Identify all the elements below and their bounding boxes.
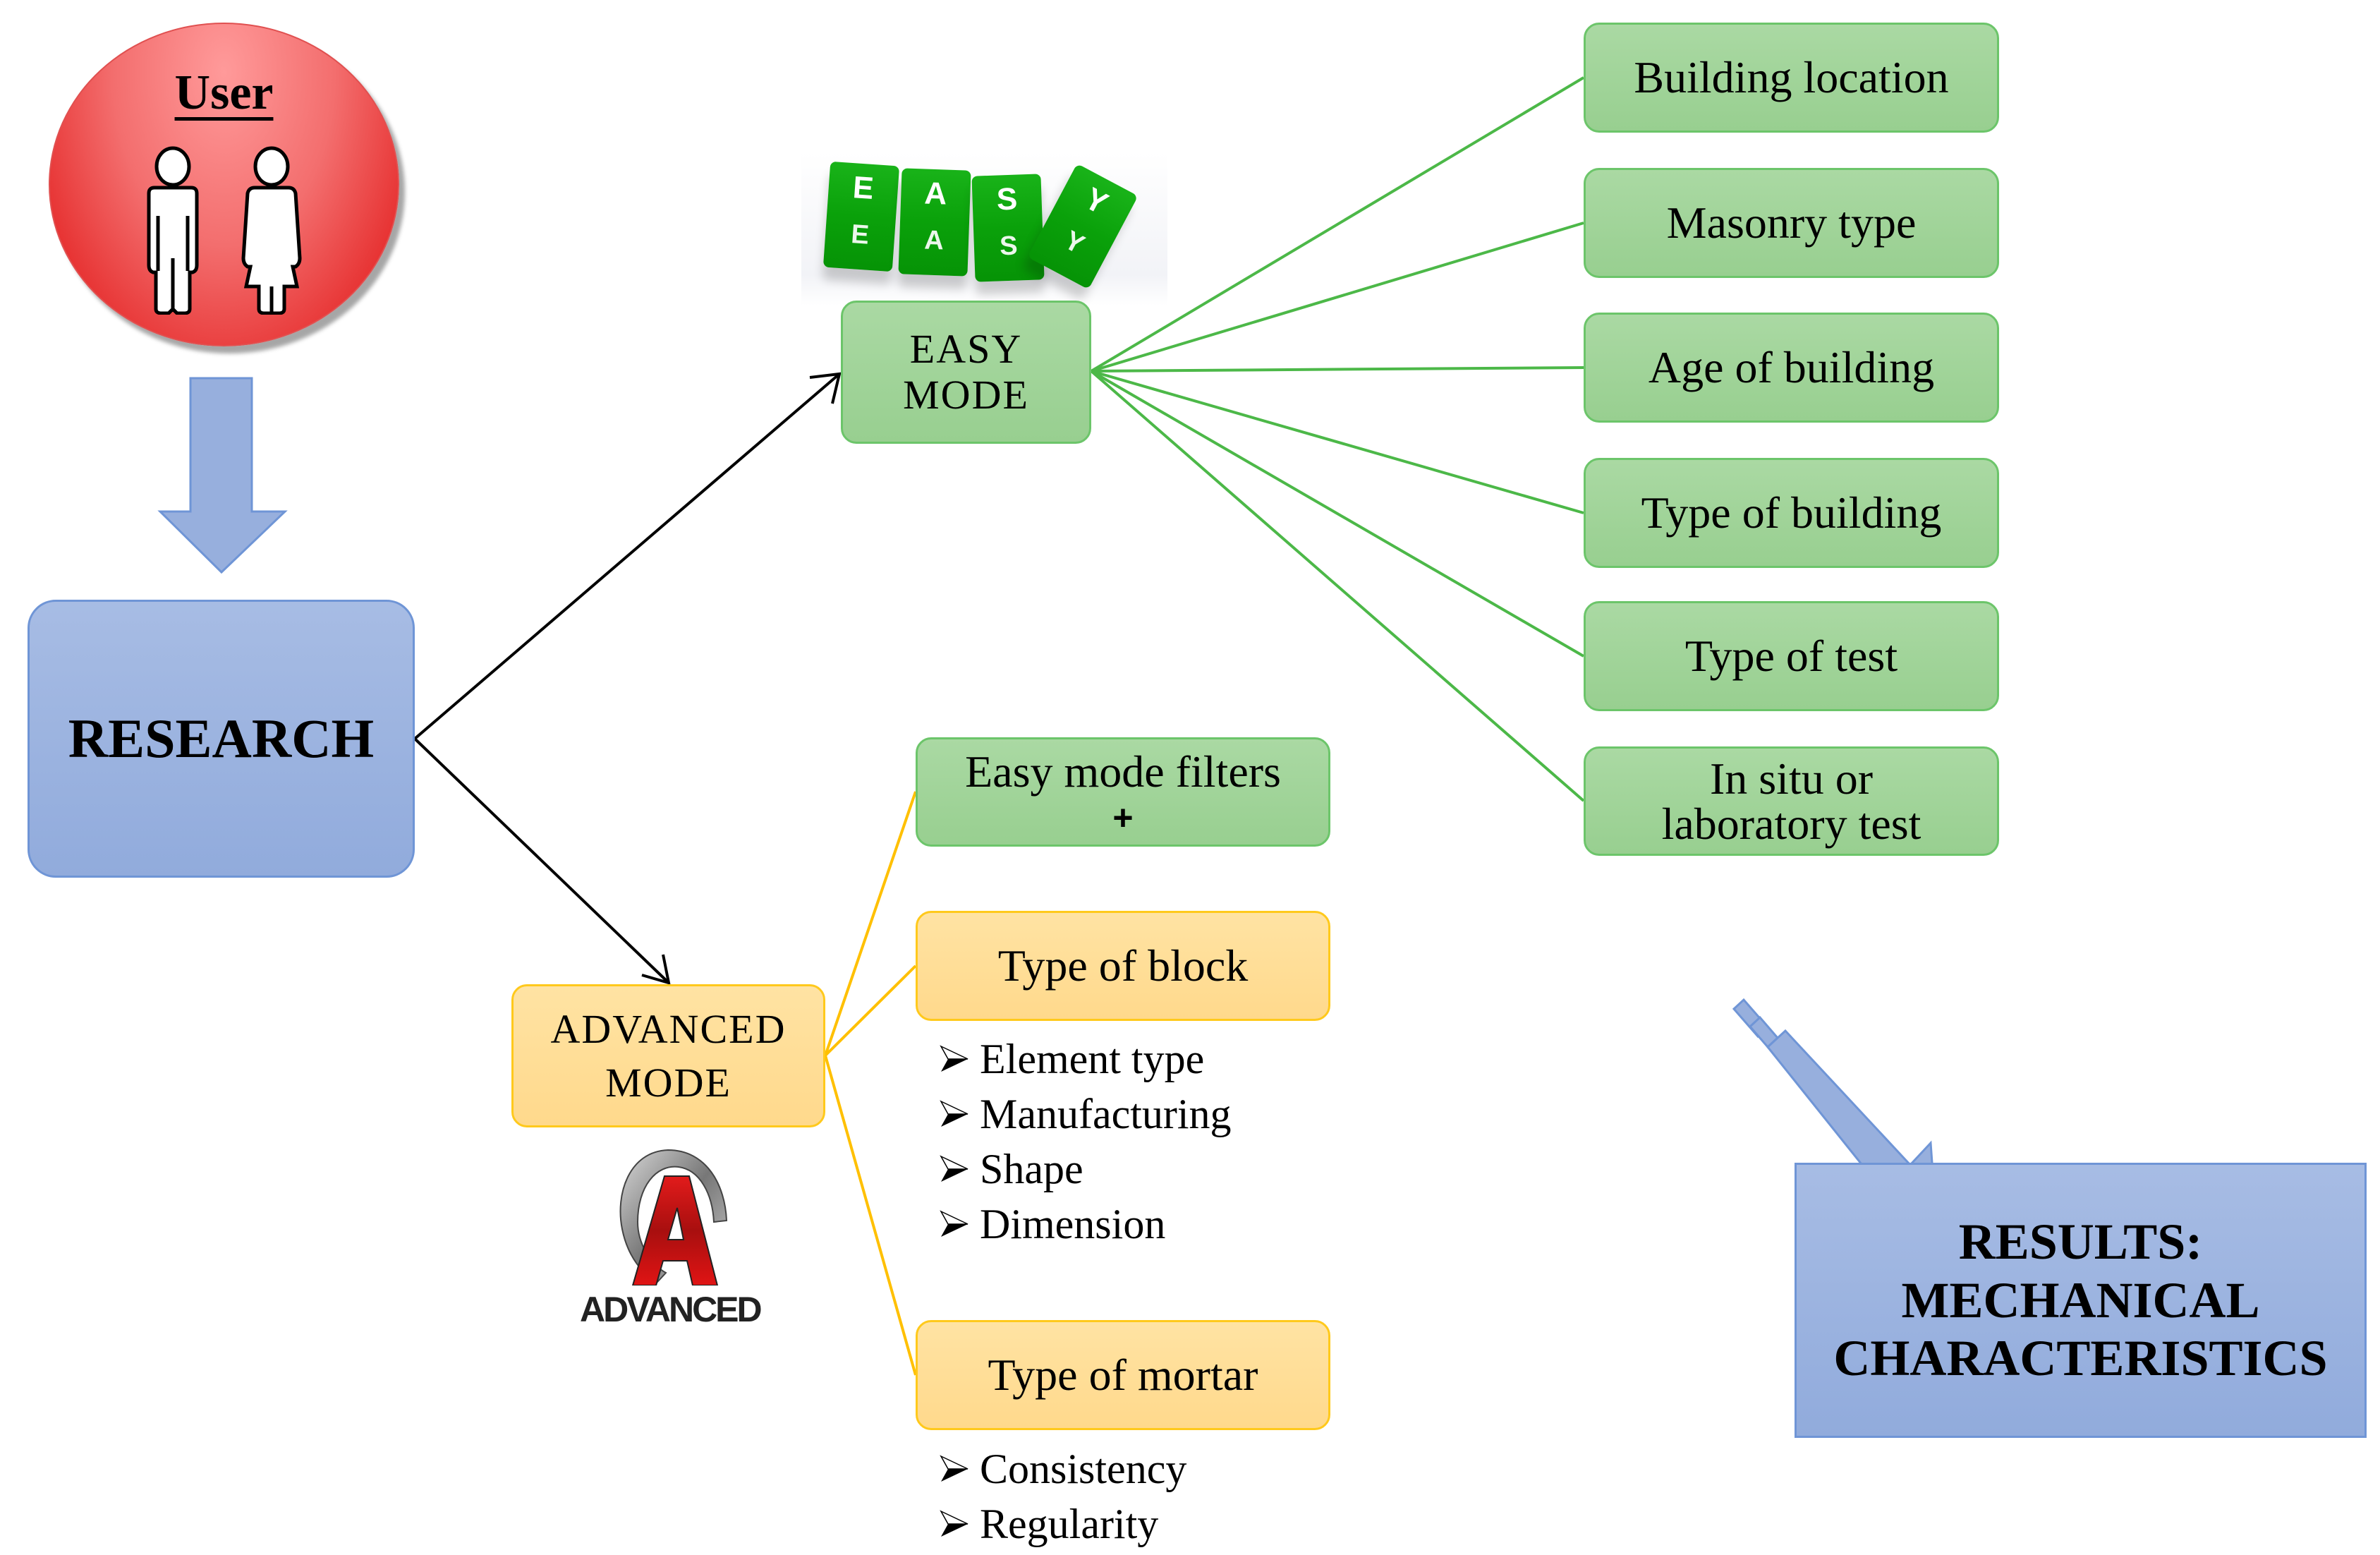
list-item: Element type bbox=[938, 1031, 1232, 1087]
type-of-block-list: Element type Manufacturing Shape Dimensi… bbox=[938, 1031, 1232, 1252]
results-node: RESULTS: MECHANICAL CHARACTERISTICS bbox=[1795, 1163, 2367, 1438]
arrow-bullet-icon bbox=[940, 1510, 969, 1537]
advanced-logo-ring-icon bbox=[619, 1149, 728, 1285]
results-line2: MECHANICAL bbox=[1901, 1271, 2260, 1329]
list-item: Shape bbox=[938, 1142, 1232, 1197]
advanced-logo: ADVANCED bbox=[580, 1144, 763, 1331]
man-icon bbox=[147, 146, 199, 315]
research-node: RESEARCH bbox=[28, 600, 415, 878]
filter-building-location: Building location bbox=[1584, 23, 1999, 133]
type-of-block-box: Type of block bbox=[916, 911, 1330, 1021]
filter-in-situ-or-laboratory-test: In situ or laboratory test bbox=[1584, 746, 1999, 856]
easy-mode-node: EASY MODE bbox=[841, 301, 1091, 444]
arrow-research-to-advanced bbox=[413, 737, 671, 985]
down-arrow-icon bbox=[157, 377, 288, 574]
arrow-bullet-icon bbox=[940, 1100, 969, 1127]
advanced-mode-node: ADVANCED MODE bbox=[511, 984, 825, 1127]
advanced-logo-text: ADVANCED bbox=[580, 1290, 763, 1329]
user-label: User bbox=[174, 66, 274, 120]
arrow-bullet-icon bbox=[940, 1155, 969, 1182]
list-item: Manufacturing bbox=[938, 1087, 1232, 1142]
connector-type-of-mortar bbox=[824, 1055, 917, 1376]
connector-easy-mode-filters bbox=[824, 791, 917, 1056]
list-item: Regularity bbox=[938, 1496, 1186, 1551]
cube-a: AA bbox=[898, 168, 971, 277]
users-icon bbox=[147, 146, 302, 315]
list-item: Dimension bbox=[938, 1197, 1232, 1252]
arrow-research-to-easy bbox=[413, 372, 842, 740]
research-label: RESEARCH bbox=[68, 708, 375, 770]
easy-mode-label-line2: MODE bbox=[903, 371, 1029, 418]
arrow-bullet-icon bbox=[940, 1455, 969, 1482]
connector-type-of-building bbox=[1091, 370, 1584, 514]
woman-icon bbox=[241, 146, 302, 315]
cube-s: SS bbox=[971, 174, 1045, 282]
list-item: Consistency bbox=[938, 1441, 1186, 1496]
arrow-bullet-icon bbox=[940, 1210, 969, 1237]
connector-type-of-block bbox=[824, 964, 917, 1057]
connector-age-of-building bbox=[1091, 366, 1584, 373]
connector-type-of-test bbox=[1090, 370, 1585, 658]
user-node: User bbox=[49, 23, 399, 346]
filter-type-of-test: Type of test bbox=[1584, 601, 1999, 711]
advanced-mode-label-line1: ADVANCED bbox=[550, 1006, 787, 1053]
type-of-mortar-box: Type of mortar bbox=[916, 1320, 1330, 1430]
results-line3: CHARACTERISTICS bbox=[1833, 1330, 2328, 1387]
easy-mode-label-line1: EASY bbox=[909, 325, 1023, 372]
filter-age-of-building: Age of building bbox=[1584, 313, 1999, 423]
easy-mode-filters-box: Easy mode filters + bbox=[916, 737, 1330, 847]
connector-in-situ bbox=[1090, 370, 1585, 802]
easy-cubes-image: EE AA SS YY bbox=[801, 152, 1167, 305]
advanced-filter-connectors bbox=[824, 791, 917, 1376]
advanced-mode-label-line2: MODE bbox=[605, 1059, 731, 1106]
cube-e: EE bbox=[822, 161, 900, 272]
filter-masonry-type: Masonry type bbox=[1584, 168, 1999, 278]
filter-type-of-building: Type of building bbox=[1584, 458, 1999, 568]
results-line1: RESULTS: bbox=[1958, 1213, 2203, 1270]
arrow-bullet-icon bbox=[940, 1045, 969, 1072]
type-of-mortar-list: Consistency Regularity bbox=[938, 1441, 1186, 1551]
